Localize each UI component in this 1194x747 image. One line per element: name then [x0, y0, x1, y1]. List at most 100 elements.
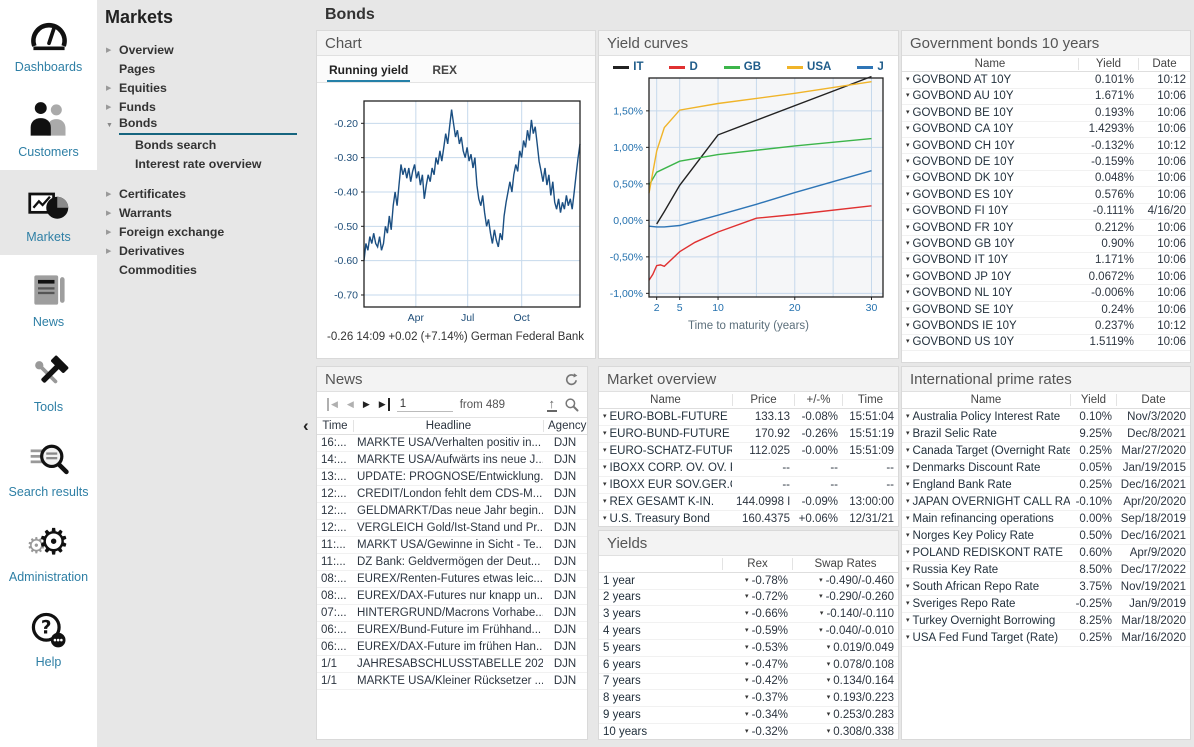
gov-bond-row[interactable]: ▾GOVBOND NL 10Y-0.006%10:06	[902, 285, 1190, 301]
chevron-right-icon[interactable]: ▶	[106, 228, 119, 236]
gov-bond-row[interactable]: ▾GOVBOND FR 10Y0.212%10:06	[902, 220, 1190, 236]
nav-item-equities[interactable]: ▶Equities	[97, 78, 313, 97]
prime-rate-row[interactable]: ▾England Bank Rate0.25%Dec/16/2021	[902, 477, 1190, 494]
dropdown-triangle-icon[interactable]: ▾	[603, 446, 607, 454]
dropdown-triangle-icon[interactable]: ▾	[745, 727, 749, 735]
prime-rate-row[interactable]: ▾Canada Target (Overnight Rate)0.25%Mar/…	[902, 443, 1190, 460]
dropdown-triangle-icon[interactable]: ▾	[603, 514, 607, 522]
dropdown-triangle-icon[interactable]: ▾	[906, 305, 910, 313]
nav-item-warrants[interactable]: ▶Warrants	[97, 203, 313, 222]
prime-rate-row[interactable]: ▾Main refinancing operations0.00%Sep/18/…	[902, 511, 1190, 528]
dropdown-triangle-icon[interactable]: ▾	[906, 288, 910, 296]
dropdown-triangle-icon[interactable]: ▾	[745, 693, 749, 701]
dropdown-triangle-icon[interactable]: ▾	[745, 676, 749, 684]
gov-bond-row[interactable]: ▾GOVBOND AU 10Y1.671%10:06	[902, 89, 1190, 105]
news-row[interactable]: 11:...MARKT USA/Gewinne in Sicht - Te...…	[317, 537, 587, 554]
gov-bond-row[interactable]: ▾GOVBOND DE 10Y-0.159%10:06	[902, 154, 1190, 170]
dropdown-triangle-icon[interactable]: ▾	[906, 531, 910, 539]
dropdown-triangle-icon[interactable]: ▾	[906, 463, 910, 471]
dropdown-triangle-icon[interactable]: ▾	[603, 429, 607, 437]
gov-bond-row[interactable]: ▾GOVBOND CA 10Y1.4293%10:06	[902, 122, 1190, 138]
prime-rate-row[interactable]: ▾Australia Policy Interest Rate0.10%Nov/…	[902, 409, 1190, 426]
news-row[interactable]: 13:...UPDATE: PROGNOSE/Entwicklung...DJN	[317, 469, 587, 486]
gov-bond-row[interactable]: ▾GOVBOND CH 10Y-0.132%10:12	[902, 138, 1190, 154]
news-row[interactable]: 07:...HINTERGRUND/Macrons Vorhabe...DJN	[317, 605, 587, 622]
refresh-icon[interactable]	[564, 372, 579, 387]
dropdown-triangle-icon[interactable]: ▾	[906, 582, 910, 590]
dropdown-triangle-icon[interactable]: ▾	[906, 548, 910, 556]
gov-bond-row[interactable]: ▾GOVBOND FI 10Y-0.111%4/16/20	[902, 204, 1190, 220]
dropdown-triangle-icon[interactable]: ▾	[820, 609, 824, 617]
prime-rate-row[interactable]: ▾Brazil Selic Rate9.25%Dec/8/2021	[902, 426, 1190, 443]
dropdown-triangle-icon[interactable]: ▾	[827, 693, 831, 701]
dropdown-triangle-icon[interactable]: ▾	[906, 190, 910, 198]
yield-row[interactable]: 9 years▾-0.34%▾0.253/0.283	[599, 707, 898, 724]
nav-item-foreign-exchange[interactable]: ▶Foreign exchange	[97, 222, 313, 241]
yield-row[interactable]: 10 years▾-0.32%▾0.308/0.338	[599, 724, 898, 740]
prime-rate-row[interactable]: ▾JAPAN OVERNIGHT CALL RATE-0.10%Apr/20/2…	[902, 494, 1190, 511]
news-row[interactable]: 06:...EUREX/DAX-Future im frühen Han...D…	[317, 639, 587, 656]
news-row[interactable]: 06:...EUREX/Bund-Future im Frühhand...DJ…	[317, 622, 587, 639]
dropdown-triangle-icon[interactable]: ▾	[906, 255, 910, 263]
last-page-icon[interactable]: ▶	[378, 398, 390, 411]
dropdown-triangle-icon[interactable]: ▾	[827, 727, 831, 735]
nav-item-bonds-search[interactable]: Bonds search	[97, 135, 313, 154]
dropdown-triangle-icon[interactable]: ▾	[906, 239, 910, 247]
dropdown-triangle-icon[interactable]: ▾	[827, 660, 831, 668]
news-row[interactable]: 14:...MÄRKTE USA/Aufwärts ins neue J...D…	[317, 452, 587, 469]
yield-row[interactable]: 3 years▾-0.66%▾-0.140/-0.110	[599, 606, 898, 623]
collapse-panel-icon[interactable]: ‹	[303, 417, 309, 434]
gov-bond-row[interactable]: ▾GOVBOND SE 10Y0.24%10:06	[902, 302, 1190, 318]
news-row[interactable]: 12:...VERGLEICH Gold/Ist-Stand und Pr...…	[317, 520, 587, 537]
dropdown-triangle-icon[interactable]: ▾	[906, 223, 910, 231]
nav-item-bonds[interactable]: ▼Bonds	[97, 116, 313, 135]
nav-item-overview[interactable]: ▶Overview	[97, 40, 313, 59]
yield-row[interactable]: 2 years▾-0.72%▾-0.290/-0.260	[599, 590, 898, 607]
previous-page-icon[interactable]: ◀	[346, 398, 355, 411]
dropdown-triangle-icon[interactable]: ▾	[906, 124, 910, 132]
nav-item-interest-rate-overview[interactable]: Interest rate overview	[97, 154, 313, 173]
prime-rate-row[interactable]: ▾Turkey Overnight Borrowing8.25%Mar/18/2…	[902, 613, 1190, 630]
sidebar-item-customers[interactable]: Customers	[0, 85, 97, 170]
next-page-icon[interactable]: ▶	[362, 398, 371, 411]
dropdown-triangle-icon[interactable]: ▾	[745, 609, 749, 617]
sidebar-item-news[interactable]: News	[0, 255, 97, 340]
news-row[interactable]: 11:...DZ Bank: Geldvermögen der Deut...D…	[317, 554, 587, 571]
dropdown-triangle-icon[interactable]: ▾	[745, 660, 749, 668]
chevron-right-icon[interactable]: ▶	[106, 209, 119, 217]
page-number-input[interactable]	[397, 397, 453, 412]
dropdown-triangle-icon[interactable]: ▾	[906, 321, 910, 329]
news-row[interactable]: 16:...MÄRKTE USA/Verhalten positiv in...…	[317, 435, 587, 452]
news-row[interactable]: 08:...EUREX/DAX-Futures nur knapp un...D…	[317, 588, 587, 605]
dropdown-triangle-icon[interactable]: ▾	[603, 480, 607, 488]
sidebar-item-search-results[interactable]: Search results	[0, 425, 97, 510]
dropdown-triangle-icon[interactable]: ▾	[906, 616, 910, 624]
market-row[interactable]: ▾U.S. Treasury Bond160.4375+0.06%12/31/2…	[599, 511, 898, 527]
sidebar-item-dashboards[interactable]: Dashboards	[0, 0, 97, 85]
market-row[interactable]: ▾EURO-BUND-FUTURE170.92-0.26%15:51:19	[599, 426, 898, 443]
dropdown-triangle-icon[interactable]: ▾	[906, 75, 910, 83]
yield-row[interactable]: 6 years▾-0.47%▾0.078/0.108	[599, 657, 898, 674]
prime-rate-row[interactable]: ▾USA Fed Fund Target (Rate)0.25%Mar/16/2…	[902, 630, 1190, 647]
nav-item-pages[interactable]: Pages	[97, 59, 313, 78]
tab-running-yield[interactable]: Running yield	[327, 59, 410, 82]
dropdown-triangle-icon[interactable]: ▾	[745, 643, 749, 651]
prime-rate-row[interactable]: ▾Norges Key Policy Rate0.50%Dec/16/2021	[902, 528, 1190, 545]
dropdown-triangle-icon[interactable]: ▾	[906, 337, 910, 345]
nav-item-derivatives[interactable]: ▶Derivatives	[97, 241, 313, 260]
dropdown-triangle-icon[interactable]: ▾	[906, 108, 910, 116]
dropdown-triangle-icon[interactable]: ▾	[603, 497, 607, 505]
dropdown-triangle-icon[interactable]: ▾	[745, 576, 749, 584]
gov-bond-row[interactable]: ▾GOVBOND BE 10Y0.193%10:06	[902, 105, 1190, 121]
news-row[interactable]: 1/1MÄRKTE USA/Kleiner Rücksetzer ...DJN	[317, 673, 587, 690]
dropdown-triangle-icon[interactable]: ▾	[819, 626, 823, 634]
market-row[interactable]: ▾IBOXX CORP. OV. OV. PR.------	[599, 460, 898, 477]
first-page-icon[interactable]: ◀	[327, 398, 339, 411]
gov-bond-row[interactable]: ▾GOVBOND IT 10Y1.171%10:06	[902, 253, 1190, 269]
sidebar-item-markets[interactable]: Markets	[0, 170, 97, 255]
dropdown-triangle-icon[interactable]: ▾	[906, 173, 910, 181]
dropdown-triangle-icon[interactable]: ▾	[906, 206, 910, 214]
prime-rate-row[interactable]: ▾Denmarks Discount Rate0.05%Jan/19/2015	[902, 460, 1190, 477]
gov-bond-row[interactable]: ▾GOVBOND US 10Y1.5119%10:06	[902, 335, 1190, 351]
gov-bond-row[interactable]: ▾GOVBOND ES 10Y0.576%10:06	[902, 187, 1190, 203]
